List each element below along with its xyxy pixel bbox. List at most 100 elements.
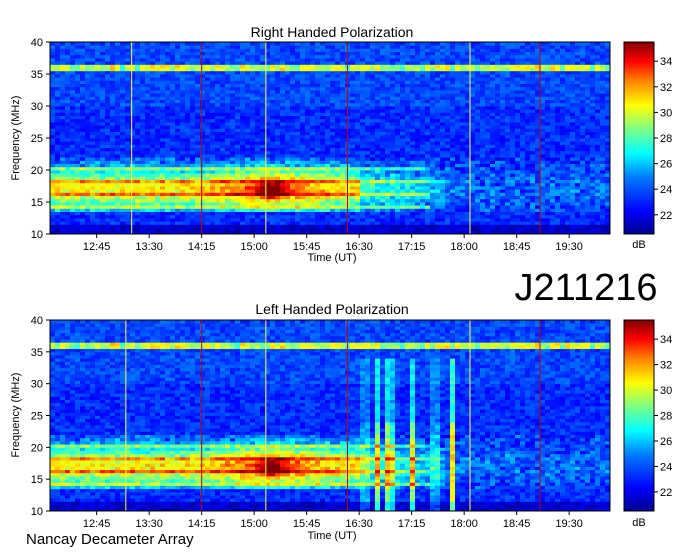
heatmap-cell [90, 211, 96, 216]
heatmap-cell [75, 80, 81, 84]
heatmap-cell [125, 51, 131, 56]
heatmap-cell [160, 214, 166, 219]
heatmap-cell [275, 99, 281, 104]
heatmap-cell [365, 54, 371, 59]
heatmap-cell [385, 160, 391, 164]
heatmap-cell [440, 74, 446, 78]
heatmap-cell [280, 54, 286, 59]
heatmap-cell [425, 173, 431, 177]
heatmap-cell [55, 195, 61, 200]
heatmap-cell [90, 45, 96, 49]
heatmap-cell [260, 90, 266, 94]
heatmap-cell [170, 227, 176, 232]
heatmap-cell [440, 176, 446, 180]
heatmap-cell [220, 90, 226, 94]
heatmap-cell [85, 102, 91, 107]
heatmap-cell [405, 224, 411, 228]
heatmap-cell [415, 195, 421, 200]
heatmap-cell [240, 163, 246, 168]
heatmap-cell [90, 70, 96, 75]
heatmap-cell [165, 211, 171, 216]
heatmap-cell [315, 125, 321, 129]
heatmap-cell [325, 198, 331, 203]
heatmap-cell [390, 166, 396, 171]
heatmap-cell [290, 160, 296, 164]
heatmap-cell [275, 70, 281, 75]
heatmap-cell [430, 70, 436, 75]
heatmap-cell [290, 96, 296, 100]
heatmap-cell [165, 144, 171, 148]
heatmap-cell [105, 125, 111, 129]
heatmap-cell [390, 70, 396, 75]
heatmap-cell [95, 163, 101, 168]
heatmap-cell [225, 189, 231, 193]
heatmap-cell [360, 134, 366, 139]
heatmap-cell [355, 141, 361, 145]
heatmap-cell [70, 166, 76, 171]
heatmap-cell [235, 195, 241, 200]
heatmap-cell [210, 90, 216, 94]
heatmap-cell [100, 150, 106, 155]
heatmap-cell [290, 77, 296, 81]
heatmap-cell [190, 189, 196, 193]
heatmap-cell [450, 141, 456, 145]
heatmap-cell [190, 138, 196, 142]
heatmap-cell [240, 58, 246, 62]
heatmap-cell [370, 150, 376, 155]
heatmap-cell [355, 90, 361, 94]
heatmap-cell [235, 83, 241, 88]
heatmap-cell [50, 173, 56, 177]
heatmap-cell [110, 106, 116, 110]
heatmap-cell [395, 106, 401, 110]
heatmap-cell [80, 141, 86, 145]
heatmap-cell [205, 141, 211, 145]
heatmap-cell [455, 99, 461, 104]
heatmap-cell [320, 122, 326, 126]
heatmap-cell [440, 218, 446, 222]
heatmap-cell [185, 198, 191, 203]
heatmap-cell [80, 42, 86, 46]
heatmap-cell [305, 205, 311, 209]
heatmap-cell [235, 202, 241, 206]
heatmap-cell [175, 77, 181, 81]
heatmap-cell [270, 70, 276, 75]
heatmap-cell [140, 163, 146, 168]
heatmap-cell [60, 128, 66, 132]
heatmap-cell [210, 115, 216, 120]
heatmap-cell [295, 67, 301, 72]
heatmap-cell [355, 77, 361, 81]
heatmap-cell [405, 109, 411, 113]
heatmap-cell [160, 202, 166, 206]
heatmap-cell [75, 211, 81, 216]
heatmap-cell [190, 45, 196, 49]
heatmap-cell [405, 198, 411, 203]
heatmap-cell [200, 186, 206, 190]
heatmap-cell [460, 74, 466, 78]
heatmap-cell [155, 224, 161, 228]
heatmap-cell [185, 86, 191, 91]
heatmap-cell [380, 144, 386, 148]
heatmap-cell [65, 195, 71, 200]
heatmap-cell [415, 99, 421, 104]
heatmap-cell [290, 166, 296, 171]
heatmap-cell [390, 214, 396, 219]
heatmap-cell [415, 80, 421, 84]
heatmap-cell [80, 224, 86, 228]
heatmap-cell [320, 227, 326, 232]
heatmap-cell [205, 205, 211, 209]
heatmap-cell [290, 128, 296, 132]
heatmap-cell [300, 51, 306, 56]
heatmap-cell [445, 176, 451, 180]
heatmap-cell [90, 125, 96, 129]
heatmap-cell [225, 227, 231, 232]
heatmap-cell [340, 115, 346, 120]
heatmap-cell [225, 144, 231, 148]
heatmap-cell [445, 195, 451, 200]
heatmap-cell [170, 74, 176, 78]
heatmap-cell [270, 170, 276, 174]
heatmap-cell [90, 90, 96, 94]
heatmap-cell [320, 131, 326, 136]
heatmap-cell [130, 221, 136, 225]
heatmap-cell [445, 48, 451, 52]
heatmap-cell [50, 122, 56, 126]
